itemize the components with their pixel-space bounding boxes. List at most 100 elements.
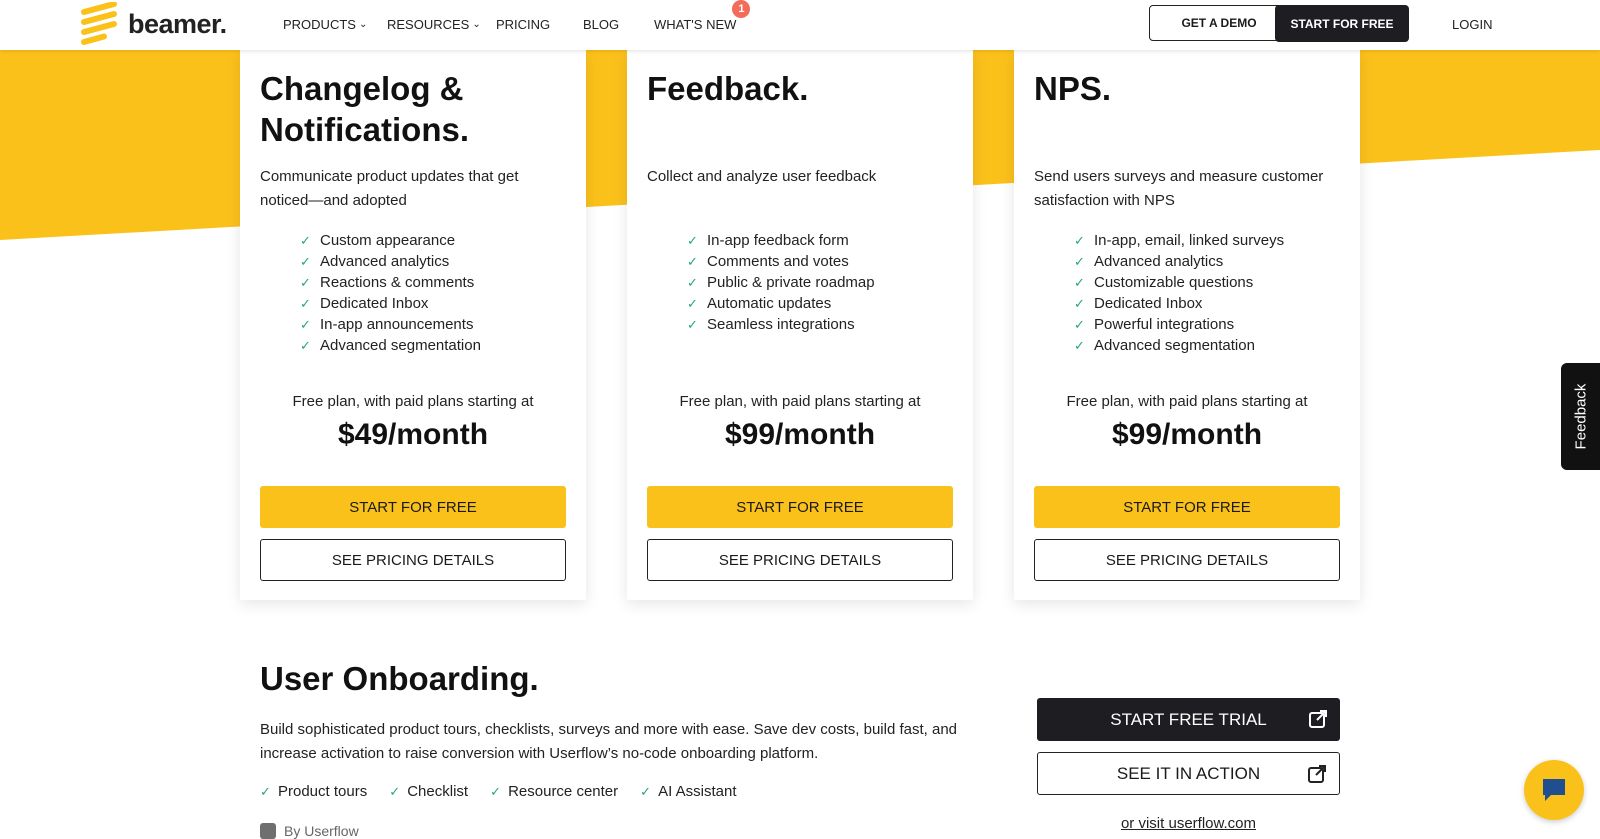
feature-text: Custom appearance xyxy=(320,232,456,249)
price: $99/month xyxy=(724,418,876,451)
beamer-logo[interactable]: beamer. xyxy=(80,2,227,46)
price: $99/month xyxy=(1111,418,1263,451)
start-free-trial-label: START FREE TRIAL xyxy=(1110,709,1267,729)
feature-text: Comments and votes xyxy=(707,253,849,270)
feature-item: ✓ In-app announcements xyxy=(300,314,481,335)
onboarding-feature: ✓ Checklist xyxy=(389,783,468,800)
feature-item: ✓ Comments and votes xyxy=(687,251,875,272)
card-title: Feedback. xyxy=(647,70,809,107)
feature-list: ✓ In-app feedback form ✓ Comments and vote… xyxy=(687,230,875,335)
feature-text: Advanced segmentation xyxy=(1094,337,1255,354)
check-icon: ✓ xyxy=(687,254,698,269)
start-for-free-button[interactable]: START FOR FREE xyxy=(1034,486,1340,528)
get-demo-button[interactable]: GET A DEMO xyxy=(1149,5,1289,41)
feedback-side-tab[interactable]: Feedback xyxy=(1561,363,1600,470)
check-icon: ✓ xyxy=(260,783,271,799)
feature-text: In-app, email, linked surveys xyxy=(1094,232,1285,249)
nav-pricing[interactable]: PRICING xyxy=(496,17,550,32)
plan-note: Free plan, with paid plans starting at xyxy=(679,393,921,410)
feature-list: ✓ In-app, email, linked surveys ✓ Advanced… xyxy=(1074,230,1284,356)
check-icon: ✓ xyxy=(687,296,698,311)
feature-text: Automatic updates xyxy=(707,295,832,312)
card-description: Communicate product updates that get not… xyxy=(260,168,519,209)
check-icon: ✓ xyxy=(1074,296,1085,311)
onboarding-feature-list: ✓ Product tours ✓ Checklist ✓ Resource cent… xyxy=(260,783,759,800)
check-icon: ✓ xyxy=(1074,317,1085,332)
feature-item: ✓ Advanced analytics xyxy=(300,251,481,272)
feature-item: ✓ Reactions & comments xyxy=(300,272,481,293)
check-icon: ✓ xyxy=(687,275,698,290)
nav-blog[interactable]: BLOG xyxy=(583,17,619,32)
feedback-tab-label: Feedback xyxy=(1572,383,1589,450)
feature-item: ✓ Public & private roadmap xyxy=(687,272,875,293)
logo-wordmark: beamer. xyxy=(128,8,227,39)
feature-text: Advanced analytics xyxy=(1094,253,1224,270)
feature-item: ✓ Seamless integrations xyxy=(687,314,875,335)
chat-widget-button[interactable] xyxy=(1524,760,1584,820)
see-it-in-action-label: SEE IT IN ACTION xyxy=(1116,763,1261,783)
feature-text: In-app feedback form xyxy=(707,232,849,249)
onboarding-feature: ✓ Resource center xyxy=(490,783,618,800)
feature-item: ✓ Dedicated Inbox xyxy=(1074,293,1284,314)
check-icon: ✓ xyxy=(300,317,311,332)
nav-whats-new-label: WHAT'S NEW xyxy=(654,17,737,32)
check-icon: ✓ xyxy=(490,783,501,799)
feature-text: Advanced analytics xyxy=(320,253,450,270)
plan-note: Free plan, with paid plans starting at xyxy=(292,393,534,410)
check-icon: ✓ xyxy=(687,233,698,248)
check-icon: ✓ xyxy=(1074,233,1085,248)
feature-text: Seamless integrations xyxy=(707,316,855,333)
feature-item: ✓ In-app feedback form xyxy=(687,230,875,251)
feature-item: ✓ Custom appearance xyxy=(300,230,481,251)
see-it-in-action-button[interactable]: SEE IT IN ACTION xyxy=(1037,752,1340,795)
nav-blog-label: BLOG xyxy=(583,17,620,32)
nav-whats-new[interactable]: WHAT'S NEW 1 xyxy=(654,0,751,32)
nav-products[interactable]: PRODUCTS ⌄ xyxy=(283,17,367,32)
start-for-free-nav-button[interactable]: START FOR FREE xyxy=(1275,5,1409,42)
check-icon: ✓ xyxy=(640,783,652,799)
feature-text: Public & private roadmap xyxy=(707,274,875,291)
check-icon: ✓ xyxy=(389,783,401,799)
see-pricing-details-button[interactable]: SEE PRICING DETAILS xyxy=(1034,539,1340,581)
start-for-free-button[interactable]: START FOR FREE xyxy=(260,486,566,528)
visit-userflow-link[interactable]: or visit userflow.com xyxy=(1037,815,1340,832)
check-icon: ✓ xyxy=(300,233,311,248)
feature-item: ✓ In-app, email, linked surveys xyxy=(1074,230,1284,251)
start-free-trial-button[interactable]: START FREE TRIAL xyxy=(1037,698,1340,741)
start-for-free-button[interactable]: START FOR FREE xyxy=(647,486,953,528)
login-link[interactable]: LOGIN xyxy=(1452,17,1492,32)
feature-text: Reactions & comments xyxy=(320,274,475,291)
check-icon: ✓ xyxy=(300,338,311,353)
onboarding-description: Build sophisticated product tours, check… xyxy=(260,721,958,762)
check-icon: ✓ xyxy=(300,275,311,290)
feature-item: ✓ Dedicated Inbox xyxy=(300,293,481,314)
beamer-logo-icon xyxy=(81,2,117,45)
onboarding-feature: ✓ AI Assistant xyxy=(640,783,736,800)
plan-note: Free plan, with paid plans starting at xyxy=(1066,393,1308,410)
onboarding-title: User Onboarding. xyxy=(260,660,539,697)
feature-text: Dedicated Inbox xyxy=(1094,295,1203,312)
check-icon: ✓ xyxy=(687,317,698,332)
see-pricing-details-button[interactable]: SEE PRICING DETAILS xyxy=(647,539,953,581)
nav-resources-label: RESOURCES xyxy=(387,17,470,32)
card-description: Send users surveys and measure customer … xyxy=(1034,168,1324,209)
chat-icon xyxy=(1543,779,1565,801)
feature-text: In-app announcements xyxy=(320,316,474,333)
check-icon: ✓ xyxy=(1074,275,1085,290)
card-description: Collect and analyze user feedback xyxy=(647,168,877,185)
check-icon: ✓ xyxy=(300,254,311,269)
check-icon: ✓ xyxy=(1074,254,1085,269)
nav-resources[interactable]: RESOURCES ⌄ xyxy=(387,17,481,32)
see-pricing-details-button[interactable]: SEE PRICING DETAILS xyxy=(260,539,566,581)
feature-text: Checklist xyxy=(407,783,469,800)
feature-text: Product tours xyxy=(278,783,368,800)
top-navigation-bar: beamer. PRODUCTS ⌄ RESOURCES ⌄ PRICING B… xyxy=(0,0,1600,50)
card-title: NPS. xyxy=(1034,70,1112,107)
by-userflow: By Userflow xyxy=(260,823,359,839)
check-icon: ✓ xyxy=(300,296,311,311)
feature-item: ✓ Customizable questions xyxy=(1074,272,1284,293)
notification-badge: 1 xyxy=(732,0,751,18)
feature-item: ✓ Advanced analytics xyxy=(1074,251,1284,272)
chevron-down-icon: ⌄ xyxy=(358,19,368,30)
feature-list: ✓ Custom appearance ✓ Advanced analytics ✓… xyxy=(300,230,481,356)
